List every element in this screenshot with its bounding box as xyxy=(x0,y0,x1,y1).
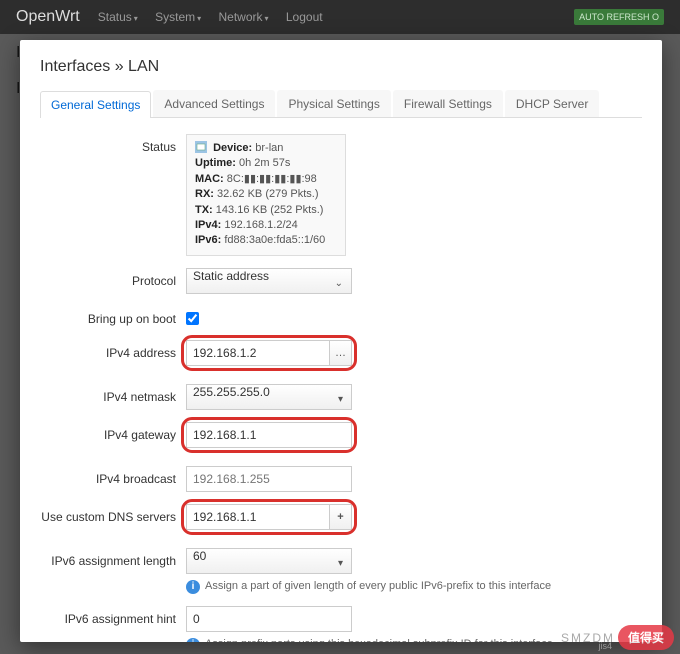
ipv4addr-input[interactable] xyxy=(186,340,330,366)
v6hint-input[interactable] xyxy=(186,606,352,632)
bringup-label: Bring up on boot xyxy=(40,306,186,326)
ipv4addr-label: IPv4 address xyxy=(40,340,186,360)
watermark: SMZDM 值得买 jis4 xyxy=(561,625,674,650)
nav-status[interactable]: Status▾ xyxy=(98,10,138,24)
netmask-select[interactable]: 255.255.255.0▾ xyxy=(186,384,352,410)
dns-input[interactable] xyxy=(186,504,330,530)
ipv4addr-extra-button[interactable]: … xyxy=(330,340,352,366)
tab-general-settings[interactable]: General Settings xyxy=(40,91,151,118)
v6len-label: IPv6 assignment length xyxy=(40,548,186,568)
info-icon: i xyxy=(186,638,200,642)
tabs: General Settings Advanced Settings Physi… xyxy=(40,90,642,118)
tab-firewall-settings[interactable]: Firewall Settings xyxy=(393,90,503,117)
netmask-label: IPv4 netmask xyxy=(40,384,186,404)
tab-physical-settings[interactable]: Physical Settings xyxy=(277,90,390,117)
broadcast-input[interactable] xyxy=(186,466,352,492)
autorefresh-badge[interactable]: AUTO REFRESH O xyxy=(574,9,664,25)
nav-links: Status▾ System▾ Network▾ Logout xyxy=(98,10,337,24)
v6len-select[interactable]: 60▾ xyxy=(186,548,352,574)
nav-logout[interactable]: Logout xyxy=(286,10,323,24)
modal-title: Interfaces » LAN xyxy=(40,58,642,76)
nav-network[interactable]: Network▾ xyxy=(219,10,269,24)
protocol-label: Protocol xyxy=(40,268,186,288)
chevron-down-icon: ▾ xyxy=(338,558,343,569)
broadcast-label: IPv4 broadcast xyxy=(40,466,186,486)
bridge-icon xyxy=(195,141,207,153)
status-label: Status xyxy=(40,134,186,154)
brand[interactable]: OpenWrt xyxy=(16,8,80,26)
protocol-select[interactable]: Static address⌄ xyxy=(186,268,352,294)
chevron-down-icon: ▾ xyxy=(338,394,343,405)
status-box: Device: br-lan Uptime: 0h 2m 57s MAC: 8C… xyxy=(186,134,346,256)
nav-system[interactable]: System▾ xyxy=(155,10,201,24)
tab-advanced-settings[interactable]: Advanced Settings xyxy=(153,90,275,117)
info-icon: i xyxy=(186,580,200,594)
top-navbar: OpenWrt Status▾ System▾ Network▾ Logout … xyxy=(0,0,680,34)
dns-add-button[interactable]: + xyxy=(330,504,352,530)
chevron-down-icon: ⌄ xyxy=(335,278,343,289)
gateway-label: IPv4 gateway xyxy=(40,422,186,442)
gateway-input[interactable] xyxy=(186,422,352,448)
tab-dhcp-server[interactable]: DHCP Server xyxy=(505,90,599,117)
v6hint-label: IPv6 assignment hint xyxy=(40,606,186,626)
bringup-checkbox[interactable] xyxy=(186,312,199,325)
interface-modal: Interfaces » LAN General Settings Advanc… xyxy=(20,40,662,642)
dns-label: Use custom DNS servers xyxy=(40,504,186,524)
